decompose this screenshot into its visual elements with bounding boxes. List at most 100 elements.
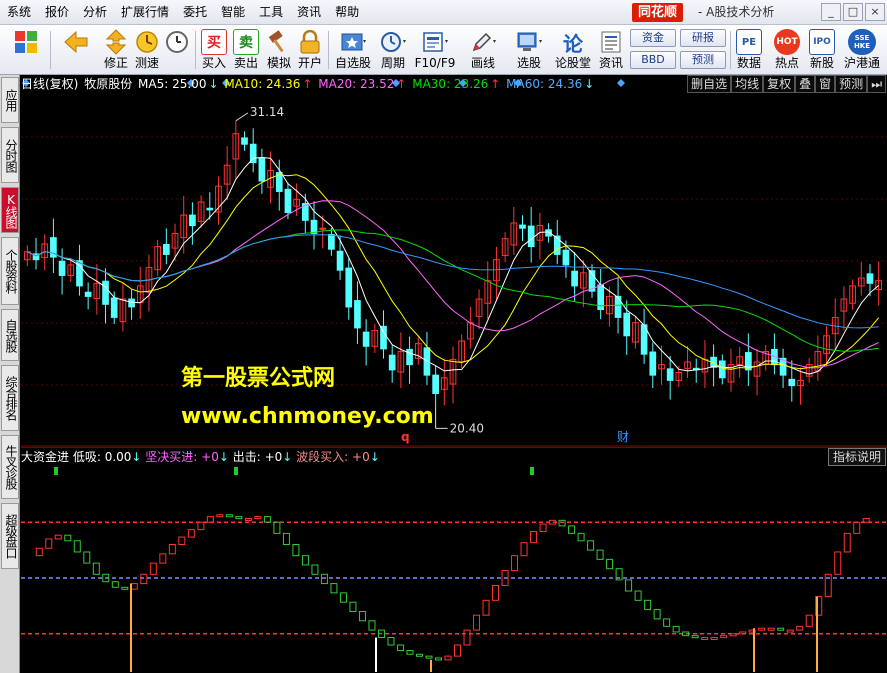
toolbar: 修正 测速 买 买入 卖 卖出 模拟 开户 自选股 周期 F10/F9 画线 选… (0, 25, 887, 75)
indicator-bar-up (853, 521, 861, 534)
correct-label: 修正 (103, 56, 128, 70)
f10-label: F10/F9 (414, 56, 456, 70)
skip-end-button[interactable]: ⏭ (867, 75, 886, 93)
low-buy-value: 低吸: 0.00 (72, 450, 132, 464)
signal-marker (54, 467, 58, 475)
high-label-leader (235, 112, 249, 122)
news-label: 资讯 (598, 56, 623, 70)
hk-connect-label: 沪港通 (843, 56, 880, 70)
capital-button[interactable]: 资金 (630, 29, 676, 47)
sell-button[interactable]: 卖 卖出 (231, 27, 261, 73)
tab-stock-profile[interactable]: 个股资料 (1, 237, 19, 305)
maximize-button[interactable]: □ (843, 3, 863, 21)
ma30-arrow-icon: ↑ (490, 77, 501, 91)
overlay-button[interactable]: 叠 (795, 75, 816, 93)
menu-system[interactable]: 系统 (0, 0, 38, 25)
close-button[interactable]: × (865, 3, 885, 21)
candle-down (58, 260, 66, 276)
news-button[interactable]: 资讯 (595, 27, 627, 73)
indicator-bar-up (140, 573, 148, 585)
chart-area[interactable]: 31.14 20.40 q 财 第一股票公式网 www.chnmoney.com 日线(复… (21, 75, 887, 673)
ma10-value: MA10: 24.36 (224, 77, 301, 91)
indicator-bar-down (292, 544, 300, 557)
indicator-bar-up (187, 529, 195, 538)
event-mark-finance: 财 (617, 430, 629, 444)
candle-down (84, 291, 92, 297)
ipo-button[interactable]: IPO 新股 (806, 27, 838, 73)
forecast-button[interactable]: 预测 (680, 51, 726, 69)
tab-favorites[interactable]: 自选股 (1, 309, 19, 361)
menu-quote[interactable]: 报价 (38, 0, 76, 25)
indicator-bar-down (368, 620, 376, 631)
menu-help[interactable]: 帮助 (328, 0, 366, 25)
candle-down (241, 137, 248, 145)
stock-screen-button[interactable]: 选股 (509, 27, 549, 73)
indicator-bar-down (434, 657, 442, 661)
candle-down (102, 280, 109, 305)
tab-intraday[interactable]: 分时图 (1, 127, 19, 183)
menu-trade[interactable]: 委托 (176, 0, 214, 25)
menu-tools[interactable]: 工具 (252, 0, 290, 25)
data-button[interactable]: PE 数据 (733, 27, 765, 73)
window-button[interactable]: 窗 (815, 75, 836, 93)
brand-logo: 同花顺 (632, 3, 684, 22)
adjust-button[interactable]: 复权 (763, 75, 796, 93)
low-price-label: 20.40 (450, 421, 484, 435)
signal-marker (530, 467, 534, 475)
indicator-bar-up (511, 555, 519, 572)
buy-button[interactable]: 买 买入 (199, 27, 229, 73)
tab-super-quote[interactable]: 超级盘口 (1, 503, 19, 569)
favorites-icon (340, 29, 366, 55)
ma20-arrow-icon: ↑ (396, 77, 407, 91)
draw-line-button[interactable]: 画线 (465, 27, 501, 73)
windows-grid-button[interactable] (6, 27, 46, 73)
hk-connect-button[interactable]: SSE HKE 沪港通 (840, 27, 884, 73)
tab-ranking[interactable]: 综合排名 (1, 365, 19, 431)
menu-analysis[interactable]: 分析 (76, 0, 114, 25)
back-button[interactable] (58, 27, 94, 73)
hot-button[interactable]: HOT 热点 (769, 27, 805, 73)
candle-down (649, 351, 657, 376)
f10-button[interactable]: F10/F9 (413, 27, 457, 73)
correct-button[interactable]: 修正 (100, 27, 132, 73)
indicator-bar-up (739, 631, 747, 635)
indicator-bar-down (64, 534, 72, 542)
menu-extended-quotes[interactable]: 扩展行情 (114, 0, 176, 25)
indicator-explain-button[interactable]: 指标说明 (827, 448, 886, 466)
hot-label: 热点 (774, 56, 799, 70)
candle-down (388, 354, 396, 371)
favorites-label: 自选股 (334, 56, 371, 70)
bbd-button[interactable]: BBD (630, 51, 676, 69)
menu-bar: 系统 报价 分析 扩展行情 委托 智能 工具 资讯 帮助 同花顺 - A股技术分… (0, 0, 887, 25)
tab-diagnosis[interactable]: 牛叉诊股 (1, 435, 19, 499)
indicator-bar-up (720, 635, 728, 639)
remove-favorite-button[interactable]: 删自选 (687, 75, 732, 93)
menu-news[interactable]: 资讯 (290, 0, 328, 25)
favorites-button[interactable]: 自选股 (333, 27, 373, 73)
stock-screen-label: 选股 (516, 56, 541, 70)
draw-line-label: 画线 (470, 56, 495, 70)
news-icon (598, 29, 624, 55)
signal-marker (234, 467, 238, 475)
minimize-button[interactable]: _ (821, 3, 841, 21)
speed-test-button[interactable]: 测速 (132, 27, 162, 73)
forecast-chart-button[interactable]: 预测 (835, 75, 868, 93)
forum-icon: 论 (563, 31, 583, 56)
lock-icon (297, 29, 323, 55)
app-window: 系统 报价 分析 扩展行情 委托 智能 工具 资讯 帮助 同花顺 - A股技术分… (0, 0, 887, 673)
open-account-button[interactable]: 开户 (295, 27, 325, 73)
indicator-bar-down (691, 635, 699, 639)
candle-down (562, 249, 570, 266)
ma-button[interactable]: 均线 (731, 75, 764, 93)
tab-apps[interactable]: 应用 (1, 77, 19, 123)
simulate-button[interactable]: 模拟 (263, 27, 295, 73)
period-button[interactable]: 周期 (375, 27, 411, 73)
forum-button[interactable]: 论 论股堂 (553, 27, 593, 73)
menu-smart[interactable]: 智能 (214, 0, 252, 25)
clock-button[interactable] (163, 27, 191, 73)
candle-down (623, 312, 631, 337)
research-report-button[interactable]: 研报 (680, 29, 726, 47)
tab-kline[interactable]: K线图 (1, 187, 19, 233)
kline-chart[interactable]: 31.14 20.40 q 财 第一股票公式网 www.chnmoney.com (21, 75, 887, 673)
ipo-icon: IPO (809, 29, 835, 55)
